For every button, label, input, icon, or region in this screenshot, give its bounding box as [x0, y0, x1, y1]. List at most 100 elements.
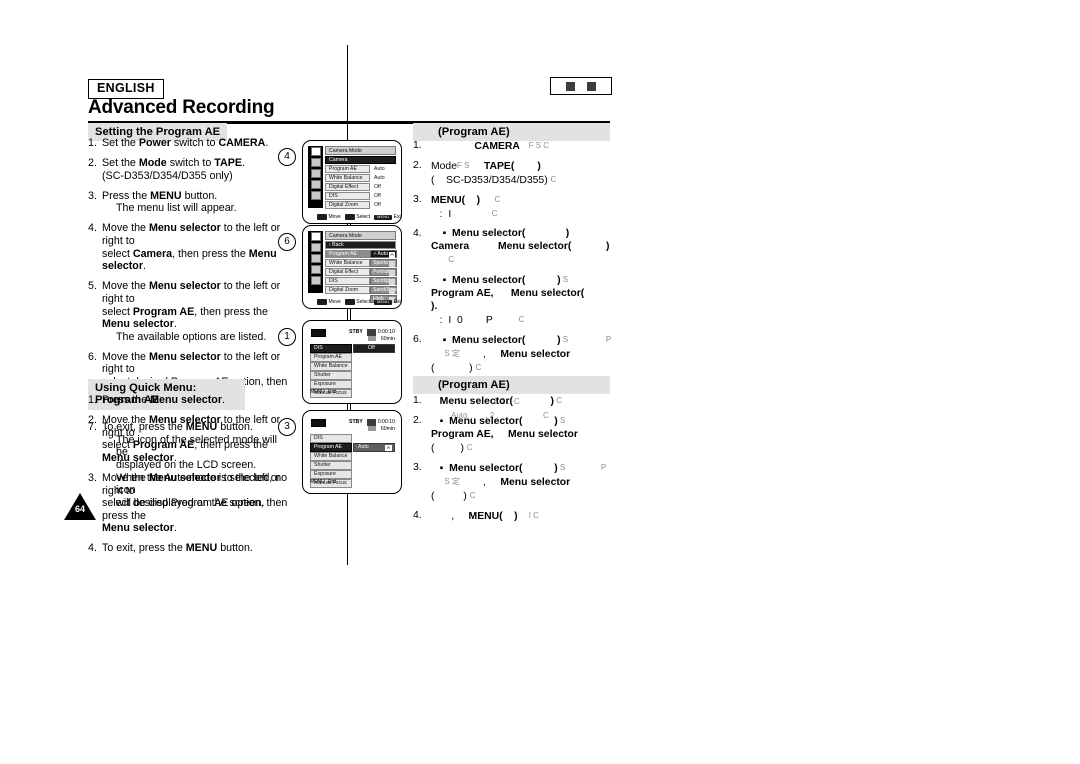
lcd-quickmenu-row[interactable]: Shutter: [310, 371, 352, 380]
lcd-menu-row[interactable]: White Balance: [325, 174, 370, 183]
body-text: button.: [217, 542, 253, 555]
lcd-menu-row[interactable]: White Balance: [325, 259, 370, 268]
body-text: ,: [431, 511, 469, 522]
lcd-screen: Camera Mode ‹ Back Program AE White Balance…: [302, 225, 402, 309]
lcd-option-sand-snow[interactable]: Sand/Snow: [370, 286, 400, 295]
page-number-value: 64: [74, 504, 85, 514]
step-number: 4.: [413, 228, 422, 239]
member-icon[interactable]: [310, 158, 321, 167]
body-text: .: [143, 260, 146, 273]
lcd-quickmenu-row[interactable]: Exposure: [310, 380, 352, 389]
lcd-quickmenu-value[interactable]: Auto A: [353, 443, 395, 452]
lcd-option-auto[interactable]: ✓Auto A: [370, 250, 397, 259]
lcd-quickmenu-row[interactable]: DIS: [310, 434, 352, 443]
lcd-exit-key: MENU: [310, 389, 325, 395]
faded-text: I C: [517, 511, 539, 520]
step-text: Press the MENU button. The menu list will…: [102, 190, 288, 215]
language-badge: ENGLISH: [88, 79, 164, 99]
faded-text: P: [565, 463, 607, 472]
emphasis-text: TAPE: [214, 157, 242, 170]
lcd-hint: Select: [344, 214, 371, 220]
lcd-option-portrait[interactable]: Portrait: [370, 268, 397, 277]
step-item: 2. Set the Mode switch to TAPE. (SC-D353/D…: [88, 157, 288, 182]
body-text: .: [173, 451, 177, 464]
lcd-quickmenu-row[interactable]: Shutter: [310, 461, 352, 470]
lcd-quickmenu-row[interactable]: White Balance: [310, 362, 352, 371]
body-text: select: [102, 247, 133, 260]
lcd-menu-row[interactable]: Program AE: [325, 250, 370, 259]
step-number: 3.: [413, 462, 422, 473]
lcd-hint-label: Select: [356, 214, 371, 220]
lcd-hint-key: MENU: [374, 214, 393, 220]
settings-icon[interactable]: [310, 276, 321, 285]
lcd-exit-hint: MENU Exit: [310, 389, 336, 395]
step-text: Set the Mode switch to TAPE. (SC-D353/D35…: [102, 157, 288, 182]
lcd-quickmenu-row[interactable]: White Balance: [310, 452, 352, 461]
lcd-option-spotlight[interactable]: Spotlight: [370, 277, 397, 286]
step-item: 4. , MENU( ) I C: [413, 509, 613, 523]
lcd-exit-label: Exit: [327, 389, 337, 395]
step-text: Move the Menu selector to the left or ri…: [102, 222, 288, 272]
lcd-menu-row[interactable]: DIS: [325, 192, 370, 201]
step-text: Press the Menu selector.: [102, 394, 288, 407]
region-badge: [550, 77, 612, 95]
lcd-menu-row[interactable]: Digital Effect: [325, 183, 370, 192]
faded-text: S: [560, 275, 569, 284]
camera-icon[interactable]: [310, 147, 321, 156]
body-text: button.: [181, 189, 218, 202]
step-number: 2.: [413, 160, 422, 171]
camera-icon[interactable]: [310, 232, 321, 241]
memory-icon[interactable]: [310, 265, 321, 274]
body-text: ( SC-D353/D354/D355): [431, 175, 551, 186]
lcd-menu-row[interactable]: Program AE: [325, 165, 370, 174]
lcd-option-icon: [389, 287, 395, 294]
body-text: (SC-D353/D354/D355 only): [102, 169, 233, 182]
tape-remaining: 60min: [380, 426, 395, 432]
body-text: [431, 141, 474, 152]
lcd-menu-row-back[interactable]: ‹ Back: [325, 241, 396, 250]
settings-icon[interactable]: [310, 191, 321, 200]
lcd-quickmenu-row[interactable]: Exposure: [310, 470, 352, 479]
step-item: 2. ModeF S TAPE( ) ( SC-D353/D354/D355) C: [413, 159, 613, 187]
body-text: The available options are listed.: [116, 330, 267, 343]
battery-icon: [311, 329, 326, 337]
body-text: [431, 396, 440, 407]
faded-text: P: [568, 335, 612, 344]
record-icon[interactable]: [310, 254, 321, 263]
memory-icon[interactable]: [310, 180, 321, 189]
lcd-menu-row[interactable]: DIS: [325, 277, 370, 286]
tape-icon: [367, 328, 376, 336]
lcd-quickmenu-row[interactable]: Program AE: [310, 353, 352, 362]
lcd-menu-row[interactable]: Digital Zoom: [325, 286, 370, 295]
body-text: Move the: [102, 222, 149, 235]
body-text: [469, 241, 498, 252]
emphasis-text: CAMERA: [474, 141, 520, 152]
faded-text: F S: [457, 161, 470, 170]
emphasis-text: Power: [138, 137, 171, 149]
body-text: Set the: [102, 157, 139, 170]
step-number: 3.: [88, 189, 97, 202]
lcd-quickmenu-row[interactable]: Program AE: [310, 443, 352, 452]
lcd-option-sports[interactable]: Sports: [370, 259, 397, 268]
body-text: Move the: [102, 471, 149, 484]
body-text: ,: [459, 349, 501, 360]
body-text: [431, 255, 448, 266]
lcd-menu-row-selected[interactable]: Camera: [325, 156, 396, 165]
lcd-option-icon: [389, 269, 395, 276]
body-text: Move the: [102, 414, 149, 427]
lcd-mode-badge: A: [385, 445, 392, 452]
step-item: 4. Move the Menu selector to the left or …: [88, 222, 288, 272]
lcd-menu-row[interactable]: Digital Zoom: [325, 201, 370, 210]
lcd-bottom-bar: Move Select MENU Exit: [317, 298, 401, 306]
faded-text: C: [466, 443, 473, 452]
record-icon[interactable]: [310, 169, 321, 178]
lcd-status-bar: STBY 0:00:10 60min: [311, 328, 395, 342]
figure-connector: [350, 223, 351, 225]
lcd-menu-row[interactable]: Digital Effect: [325, 268, 370, 277]
lcd-quickmenu-row[interactable]: DIS: [310, 344, 352, 353]
emphasis-text: Menu selector: [150, 394, 222, 406]
lcd-quickmenu-value[interactable]: Off: [353, 344, 395, 353]
lcd-exit-hint: MENU Exit: [310, 479, 336, 485]
step-marker: 3: [278, 418, 296, 436]
member-icon[interactable]: [310, 243, 321, 252]
